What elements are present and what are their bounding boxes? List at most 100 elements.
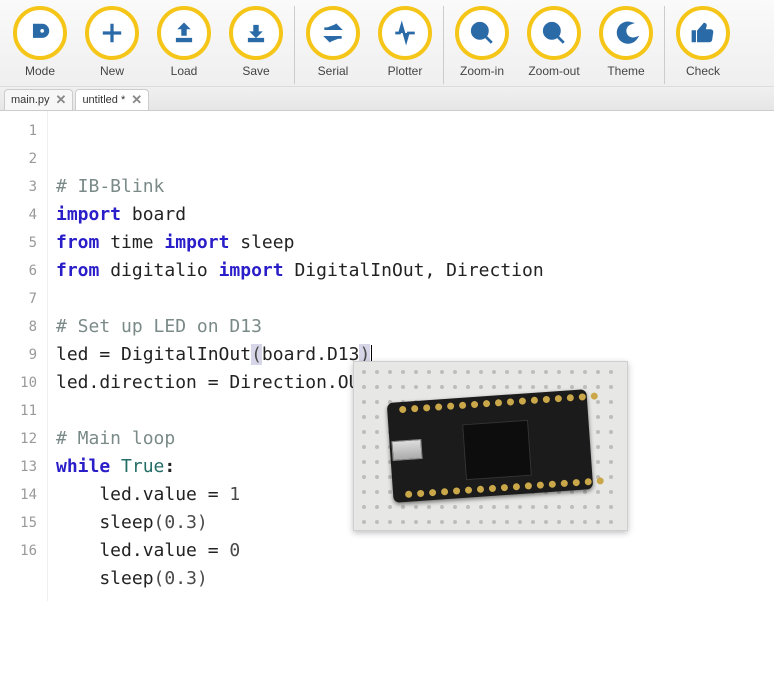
plotter-button[interactable]: Plotter — [369, 6, 441, 78]
toolbar-label: Mode — [25, 64, 55, 78]
line-number: 9 — [4, 341, 37, 369]
code-token — [110, 456, 121, 477]
code-line[interactable] — [56, 285, 766, 313]
code-token: sleep — [229, 232, 294, 253]
code-token: ( — [154, 512, 165, 533]
code-line[interactable] — [56, 593, 766, 621]
line-number: 3 — [4, 173, 37, 201]
code-line[interactable]: # Set up LED on D13 — [56, 313, 766, 341]
tab-untitled[interactable]: untitled * ✕ — [75, 89, 149, 110]
code-token: DigitalInOut, Direction — [284, 260, 544, 281]
code-token: ) — [197, 568, 208, 589]
thumb-icon — [676, 6, 730, 60]
plus-icon — [85, 6, 139, 60]
code-token: ( — [251, 344, 262, 365]
code-token: 1 — [229, 484, 240, 505]
line-number: 1 — [4, 117, 37, 145]
toolbar-label: Plotter — [388, 64, 423, 78]
line-number: 13 — [4, 453, 37, 481]
zoom-out-button[interactable]: Zoom-out — [518, 6, 590, 78]
line-gutter: 12345678910111213141516 — [0, 111, 48, 601]
line-number: 15 — [4, 509, 37, 537]
code-token: 0.3 — [164, 568, 197, 589]
toolbar-label: Zoom-out — [528, 64, 579, 78]
line-number: 2 — [4, 145, 37, 173]
tab-label: untitled * — [82, 94, 125, 106]
close-icon[interactable]: ✕ — [56, 92, 67, 108]
code-token: import — [219, 260, 284, 281]
tab-bar: main.py ✕ untitled * ✕ — [0, 87, 774, 111]
line-number: 14 — [4, 481, 37, 509]
line-number: 12 — [4, 425, 37, 453]
code-token: sleep — [56, 512, 154, 533]
close-icon[interactable]: ✕ — [131, 92, 142, 108]
load-button[interactable]: Load — [148, 6, 220, 78]
line-number: 7 — [4, 285, 37, 313]
new-button[interactable]: New — [76, 6, 148, 78]
code-token: ) — [197, 512, 208, 533]
code-token: led.direction = Direction.OUTPUT — [56, 372, 403, 393]
theme-button[interactable]: Theme — [590, 6, 662, 78]
line-number: 4 — [4, 201, 37, 229]
toolbar-label: Theme — [607, 64, 644, 78]
code-line[interactable]: sleep(0.3) — [56, 565, 766, 593]
line-number: 16 — [4, 537, 37, 565]
mode-button[interactable]: Mode — [4, 6, 76, 78]
toolbar-label: Check — [686, 64, 720, 78]
mode-icon — [13, 6, 67, 60]
code-line[interactable]: import board — [56, 201, 766, 229]
code-line[interactable]: from digitalio import DigitalInOut, Dire… — [56, 257, 766, 285]
code-token: led.value = — [56, 540, 229, 561]
code-token: from — [56, 232, 99, 253]
moon-icon — [599, 6, 653, 60]
code-token: ( — [154, 568, 165, 589]
toolbar-separator — [664, 6, 665, 84]
upload-icon — [157, 6, 211, 60]
code-token: # IB-Blink — [56, 176, 164, 197]
code-editor[interactable]: 12345678910111213141516 # IB-Blinkimport… — [0, 111, 774, 601]
toolbar-label: New — [100, 64, 124, 78]
code-token: 0.3 — [164, 512, 197, 533]
board-photo — [353, 361, 628, 531]
line-number: 5 — [4, 229, 37, 257]
tab-label: main.py — [11, 94, 50, 106]
zoom-in-button[interactable]: Zoom-in — [446, 6, 518, 78]
code-token: time — [99, 232, 164, 253]
code-token: from — [56, 260, 99, 281]
line-number: 11 — [4, 397, 37, 425]
line-number: 8 — [4, 313, 37, 341]
pulse-icon — [378, 6, 432, 60]
code-area[interactable]: # IB-Blinkimport boardfrom time import s… — [48, 111, 774, 601]
toolbar-label: Serial — [318, 64, 349, 78]
code-token: board — [121, 204, 186, 225]
zoom-out-icon — [527, 6, 581, 60]
toolbar-label: Load — [171, 64, 198, 78]
line-number: 10 — [4, 369, 37, 397]
code-token: import — [56, 204, 121, 225]
code-token: digitalio — [99, 260, 218, 281]
code-line[interactable]: from time import sleep — [56, 229, 766, 257]
code-token: sleep — [56, 568, 154, 589]
code-token: # Set up LED on D13 — [56, 316, 262, 337]
code-token: board.D13 — [262, 344, 360, 365]
toolbar-separator — [443, 6, 444, 84]
code-line[interactable]: led.value = 0 — [56, 537, 766, 565]
toolbar-label: Zoom-in — [460, 64, 504, 78]
check-button[interactable]: Check — [667, 6, 739, 78]
serial-button[interactable]: Serial — [297, 6, 369, 78]
zoom-in-icon — [455, 6, 509, 60]
toolbar: Mode New Load Save Serial Plotter Zoom-in Zoom-… — [0, 0, 774, 87]
code-line[interactable]: # IB-Blink — [56, 173, 766, 201]
code-token: led = DigitalInOut — [56, 344, 251, 365]
line-number: 6 — [4, 257, 37, 285]
toolbar-label: Save — [242, 64, 269, 78]
code-token: led.value = — [56, 484, 229, 505]
save-button[interactable]: Save — [220, 6, 292, 78]
tab-main[interactable]: main.py ✕ — [4, 89, 73, 110]
arrows-icon — [306, 6, 360, 60]
code-token: # Main loop — [56, 428, 175, 449]
code-token: 0 — [229, 540, 240, 561]
toolbar-separator — [294, 6, 295, 84]
code-token: import — [164, 232, 229, 253]
code-token: True — [121, 456, 164, 477]
